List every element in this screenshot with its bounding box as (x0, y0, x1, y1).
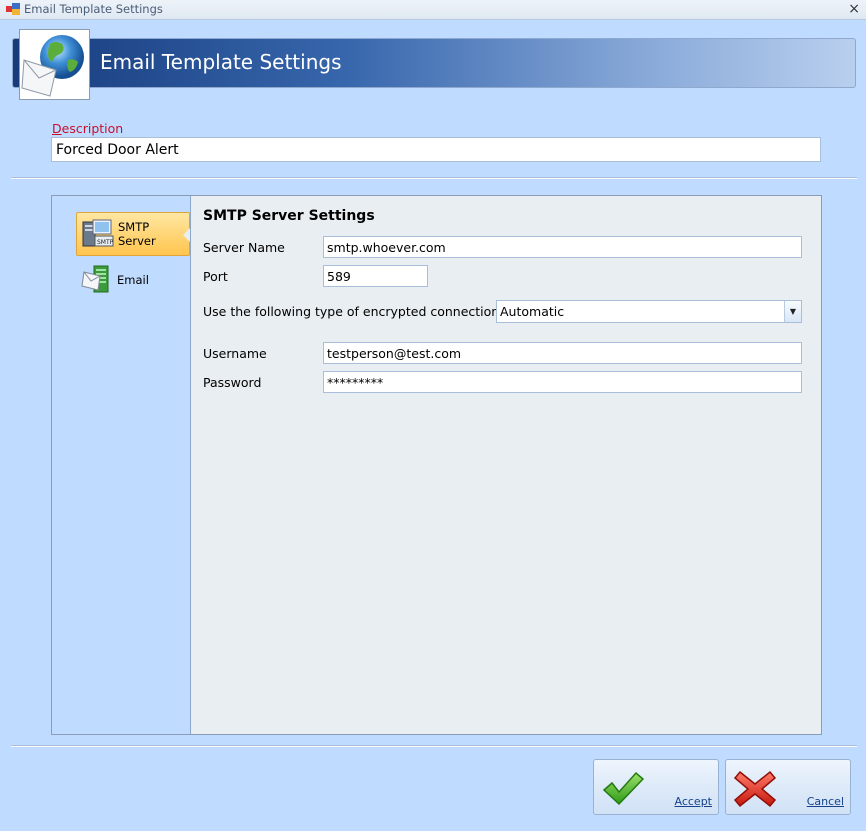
checkmark-icon (602, 771, 644, 806)
dropdown-arrow-icon[interactable]: ▼ (784, 301, 801, 322)
email-icon (81, 265, 109, 293)
title-bar: Email Template Settings × (0, 0, 866, 20)
cancel-label: Cancel (806, 795, 844, 808)
description-label-text: escription (61, 121, 124, 136)
description-input[interactable] (51, 137, 821, 162)
password-label: Password (203, 375, 262, 390)
server-name-label: Server Name (203, 240, 285, 255)
separator (11, 177, 857, 179)
cancel-button[interactable]: Cancel (725, 759, 851, 815)
separator-bottom (11, 745, 857, 747)
nav-pane: SMTP SMTP Server Email (52, 196, 191, 734)
page-title: Email Template Settings (100, 50, 342, 74)
window-title: Email Template Settings (24, 2, 163, 16)
nav-item-email-label: Email (117, 273, 149, 287)
nav-item-smtp-server-label: SMTP Server (118, 220, 156, 248)
settings-panel: SMTP SMTP Server Email SMTP Server Setti… (51, 195, 822, 735)
section-title: SMTP Server Settings (203, 208, 375, 224)
accept-button[interactable]: Accept (593, 759, 719, 815)
email-globe-icon (19, 29, 90, 100)
password-input[interactable] (323, 371, 802, 393)
svg-text:SMTP: SMTP (97, 239, 114, 246)
nav-item-email[interactable]: Email (76, 258, 190, 302)
port-input[interactable] (323, 265, 428, 287)
description-label: Description (52, 121, 123, 136)
app-icon (6, 3, 20, 15)
encryption-value: Automatic (500, 304, 565, 319)
active-indicator (183, 228, 190, 242)
username-label: Username (203, 346, 267, 361)
server-name-input[interactable] (323, 236, 802, 258)
close-button[interactable]: × (848, 0, 860, 18)
port-label: Port (203, 269, 228, 284)
description-label-mnemonic: D (52, 121, 62, 136)
encryption-label: Use the following type of encrypted conn… (203, 304, 504, 319)
nav-item-smtp-server[interactable]: SMTP SMTP Server (76, 212, 190, 256)
accept-label: Accept (674, 795, 713, 808)
smtp-server-icon: SMTP (82, 219, 114, 247)
encryption-select[interactable]: Automatic ▼ (496, 300, 802, 323)
cross-icon (734, 770, 776, 808)
username-input[interactable] (323, 342, 802, 364)
